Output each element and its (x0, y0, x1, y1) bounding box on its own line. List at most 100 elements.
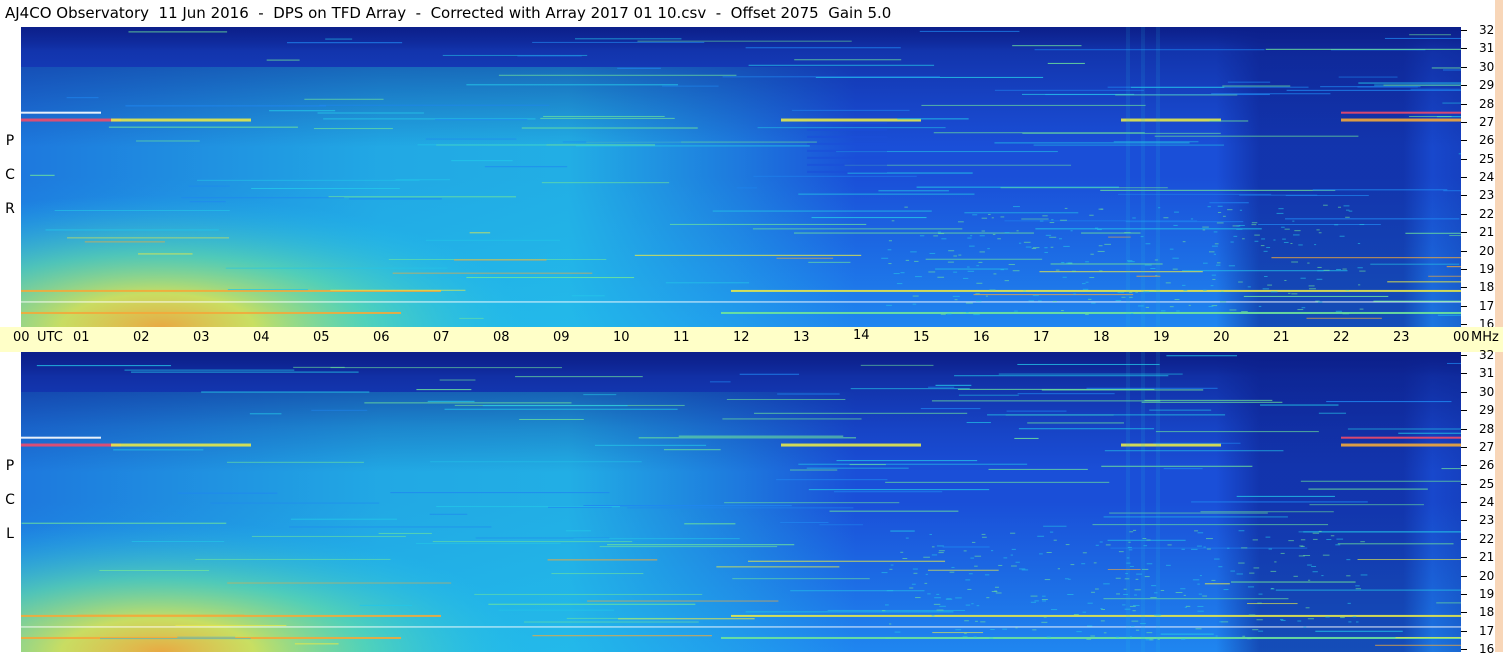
interference-line (201, 391, 370, 393)
speckle (998, 564, 1003, 566)
speckle (1202, 595, 1208, 597)
interference-line (1041, 389, 1204, 391)
rcp-spectrogram-panel (21, 27, 1461, 327)
speckle (1086, 638, 1092, 640)
speckle (938, 233, 945, 235)
interference-line (435, 119, 528, 121)
interference-line (1298, 531, 1461, 533)
interference-line (739, 373, 800, 375)
top-dark-band (21, 27, 1461, 327)
interference-line (417, 144, 547, 146)
speckle (1089, 214, 1094, 216)
interference-line (1308, 488, 1428, 490)
speckle (881, 610, 886, 612)
interference-line (519, 419, 584, 421)
freq-tick-mark (1461, 446, 1467, 448)
interference-line (108, 126, 298, 128)
speckle (1049, 222, 1055, 224)
speckle (964, 633, 967, 635)
speckle (1023, 290, 1026, 292)
speckle (929, 533, 932, 535)
time-tick-label: 05 (313, 330, 330, 345)
speckle (925, 573, 928, 575)
speckle (1314, 244, 1317, 246)
interference-line (587, 600, 779, 602)
freq-tick-label: 20 (1479, 243, 1495, 258)
speckle (1203, 289, 1207, 291)
freq-tick-mark (1461, 195, 1467, 197)
freq-tick-label: 18 (1479, 280, 1495, 295)
speckle (1169, 306, 1174, 308)
speckle (972, 214, 978, 216)
interference-line (138, 253, 193, 255)
interference-line (798, 193, 975, 195)
speckle (947, 313, 952, 315)
interference-line (189, 201, 226, 203)
speckle (1307, 262, 1310, 264)
speckle (1180, 588, 1186, 590)
speckle (1071, 270, 1076, 272)
scan-artifact-line (807, 135, 887, 138)
interference-line (745, 47, 901, 49)
speckle (1238, 530, 1245, 532)
interference-line (745, 611, 954, 613)
speckle (980, 621, 986, 623)
interference-line (474, 593, 703, 595)
interference-line (77, 614, 245, 616)
interference-line (808, 489, 990, 491)
freq-tick-label: 24 (1479, 170, 1495, 184)
interference-line (836, 460, 978, 462)
interference-line (515, 376, 643, 378)
speckle (1213, 231, 1218, 233)
vertical-streak (1156, 352, 1160, 652)
speckle (1064, 578, 1069, 580)
interference-line (313, 128, 393, 130)
pol-letter-p: P (5, 133, 15, 149)
speckle (1279, 618, 1284, 620)
speckle (1288, 292, 1291, 294)
freq-tick-mark (1461, 268, 1467, 270)
speckle (1236, 228, 1243, 230)
speckle (1330, 535, 1335, 537)
speckle (1265, 536, 1271, 538)
speckle (1325, 616, 1330, 618)
freq-tick-mark (1461, 538, 1467, 540)
time-tick-label: 02 (133, 330, 150, 345)
speckle (1015, 561, 1020, 563)
speckle (990, 629, 995, 631)
vertical-streak (1141, 352, 1145, 652)
speckle (1347, 602, 1351, 604)
speckle (1196, 545, 1202, 547)
speckle (885, 637, 892, 639)
interference-line (547, 559, 658, 561)
speckle (933, 603, 941, 605)
interference-band (731, 614, 1461, 617)
speckle (1185, 605, 1191, 607)
interference-line (627, 507, 854, 509)
interference-line (935, 268, 1009, 270)
freq-tick-label: 29 (1479, 78, 1495, 93)
interference-line (390, 492, 610, 494)
speckle (1335, 544, 1341, 546)
interference-line (395, 179, 451, 181)
speckle (1088, 298, 1092, 300)
time-tick-label: 01 (73, 330, 90, 345)
freq-tick-label: 29 (1479, 403, 1495, 418)
interference-line (1443, 69, 1461, 71)
speckle (929, 252, 936, 254)
speckle (1134, 594, 1138, 596)
interference-line (565, 530, 591, 532)
freq-tick-label: 25 (1479, 476, 1495, 491)
speckle (1066, 262, 1072, 264)
interference-line (747, 560, 946, 562)
interference-line (932, 632, 984, 634)
speckle (967, 237, 972, 239)
interference-line (319, 104, 550, 106)
speckle (1270, 291, 1278, 293)
interference-line (966, 422, 991, 424)
interference-line (128, 31, 228, 33)
speckle (1309, 288, 1316, 290)
scan-artifact-line (807, 156, 887, 159)
speckle (1044, 579, 1051, 581)
interference-line (954, 375, 1169, 377)
